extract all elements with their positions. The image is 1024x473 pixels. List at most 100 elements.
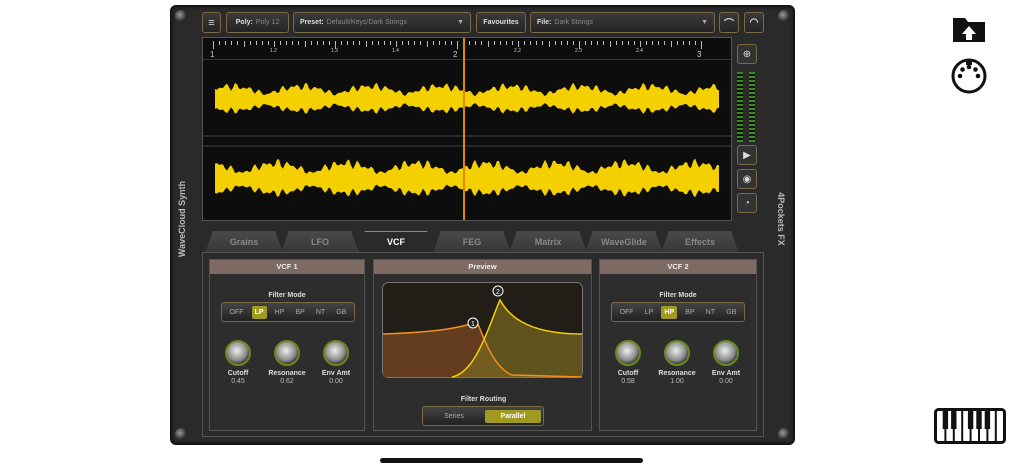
ruler-tick <box>560 41 562 45</box>
ruler-tick <box>609 41 611 47</box>
playhead[interactable] <box>463 38 465 220</box>
menu-button[interactable]: ≡ <box>202 12 221 33</box>
vcf2-filter-mode-selector[interactable]: OFF LP HP BP NT GB <box>611 302 745 322</box>
ruler-tick <box>682 41 684 45</box>
export-button[interactable]: ⊕ <box>737 44 757 64</box>
ruler-tick <box>511 41 513 45</box>
ruler-tick <box>438 41 440 45</box>
brand-label: 4Pockets FX <box>776 192 786 246</box>
gauge-icon: ◠ <box>749 17 759 28</box>
record-button[interactable]: ◉ <box>737 169 757 189</box>
knob-value: 0.00 <box>329 378 343 385</box>
ruler-tick <box>536 41 538 45</box>
routing-series[interactable]: Series <box>425 410 483 423</box>
filter-mode-bp[interactable]: BP <box>292 306 307 319</box>
ruler-tick <box>414 41 416 45</box>
ruler-tick <box>365 41 367 47</box>
ruler-tick <box>701 41 702 49</box>
filter-mode-off[interactable]: OFF <box>617 306 637 319</box>
midi-icon[interactable] <box>951 58 987 94</box>
play-button[interactable]: ▶ <box>737 145 757 165</box>
ruler-label: 3 <box>697 50 702 59</box>
filter-mode-gb[interactable]: GB <box>723 306 739 319</box>
filter-mode-lp[interactable]: LP <box>642 306 657 319</box>
tab-grains[interactable]: Grains <box>205 231 283 253</box>
folder-icon[interactable] <box>951 14 987 44</box>
tab-matrix[interactable]: Matrix <box>509 231 587 253</box>
waveform-channel-left <box>215 82 719 114</box>
filter-mode-bp[interactable]: BP <box>682 306 697 319</box>
keyboard-icon[interactable] <box>934 408 1006 444</box>
waveform-display[interactable]: 1 1.2 1.3 1.4 2 2.2 2.3 2.4 3 <box>202 37 732 221</box>
tab-waveglide[interactable]: WaveGlide <box>585 231 663 253</box>
ruler-tick <box>487 41 489 47</box>
poly-button[interactable]: Poly: Poly 12 <box>226 12 289 33</box>
tab-vcf[interactable]: VCF <box>357 231 435 253</box>
file-select[interactable]: File: Dark Strings ▼ <box>530 12 715 33</box>
ruler-tick <box>585 41 587 45</box>
knob-label: Cutoff <box>617 370 639 377</box>
ruler-tick <box>450 41 452 45</box>
knob-label: Env Amt <box>321 370 351 377</box>
ruler-label: 2.3 <box>575 48 582 54</box>
tab-feg[interactable]: FEG <box>433 231 511 253</box>
preset-select[interactable]: Preset: Default/Keys/Dark Strings ▼ <box>293 12 471 33</box>
ruler-tick <box>493 41 495 45</box>
ruler-tick <box>518 41 519 47</box>
filter-mode-off[interactable]: OFF <box>227 306 247 319</box>
ruler-label: 2 <box>453 50 458 59</box>
ruler-tick <box>408 41 410 45</box>
waveform-channel-right <box>215 158 719 198</box>
knob-value: 0.58 <box>621 378 635 385</box>
ruler-tick <box>304 41 306 47</box>
filter-mode-label: Filter Mode <box>268 292 306 299</box>
filter-mode-nt[interactable]: NT <box>313 306 328 319</box>
ruler-tick <box>219 41 221 45</box>
ruler-tick <box>542 41 544 45</box>
filter-mode-nt[interactable]: NT <box>703 306 718 319</box>
poly-label: Poly: <box>235 19 253 26</box>
filter-mode-lp[interactable]: LP <box>251 305 267 319</box>
preset-value: Default/Keys/Dark Strings <box>326 19 407 26</box>
ruler-tick <box>280 41 282 45</box>
dropdown-icon: ▼ <box>457 19 464 26</box>
ruler-tick <box>402 41 404 45</box>
filter-mode-hp[interactable]: HP <box>661 305 678 319</box>
ruler-tick <box>664 41 666 45</box>
ruler-tick <box>548 41 550 47</box>
home-indicator[interactable] <box>380 458 643 463</box>
cutoff-knob[interactable] <box>225 340 251 366</box>
vcf1-marker-label: 1 <box>471 321 475 328</box>
ruler-tick <box>554 41 556 45</box>
ruler-tick <box>213 41 214 49</box>
app-title: WaveCloud Synth <box>177 180 187 258</box>
ruler-tick <box>627 41 629 45</box>
tab-effects[interactable]: Effects <box>661 231 739 253</box>
ruler-tick <box>255 41 257 45</box>
ruler-label: 1.4 <box>392 48 399 54</box>
download-icon: ⊕ <box>742 48 752 60</box>
file-value: Dark Strings <box>554 19 593 26</box>
meter-button[interactable]: ◠ <box>744 12 764 33</box>
env-amt-knob[interactable] <box>713 340 739 366</box>
ruler-tick <box>457 41 458 49</box>
tab-lfo[interactable]: LFO <box>281 231 359 253</box>
vcf1-filter-mode-selector[interactable]: OFF LP HP BP NT GB <box>221 302 355 322</box>
favourites-button[interactable]: Favourites <box>476 12 526 33</box>
tempo-button[interactable]: ◔ <box>737 193 757 213</box>
filter-preview-graph[interactable]: 1 2 <box>382 282 583 378</box>
filter-routing-toggle[interactable]: Series Parallel <box>422 406 544 426</box>
cutoff-knob[interactable] <box>615 340 641 366</box>
dropdown-icon: ▼ <box>701 19 708 26</box>
signal-button[interactable]: ⌒ <box>719 12 739 33</box>
env-amt-knob[interactable] <box>323 340 349 366</box>
timeline-ruler[interactable]: 1 1.2 1.3 1.4 2 2.2 2.3 2.4 3 <box>203 38 731 60</box>
routing-parallel[interactable]: Parallel <box>485 409 541 423</box>
filter-mode-gb[interactable]: GB <box>333 306 349 319</box>
resonance-knob[interactable] <box>274 340 300 366</box>
knob-label: Resonance <box>268 370 306 377</box>
ruler-tick <box>316 41 318 45</box>
resonance-knob[interactable] <box>664 340 690 366</box>
ruler-tick <box>225 41 227 45</box>
filter-mode-hp[interactable]: HP <box>272 306 288 319</box>
